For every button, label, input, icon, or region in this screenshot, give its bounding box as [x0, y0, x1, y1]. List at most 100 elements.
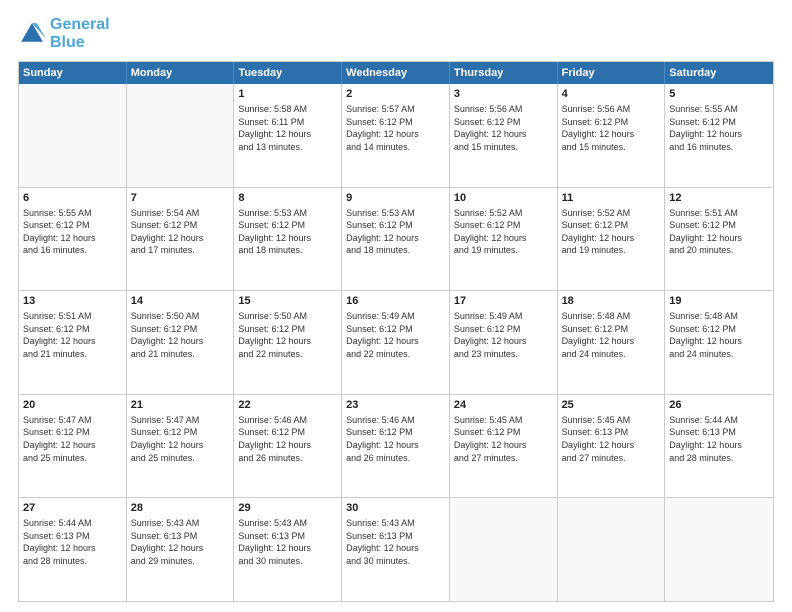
- empty-cell: [19, 84, 127, 187]
- day-cell-13: 13Sunrise: 5:51 AMSunset: 6:12 PMDayligh…: [19, 291, 127, 394]
- day-cell-30: 30Sunrise: 5:43 AMSunset: 6:13 PMDayligh…: [342, 498, 450, 601]
- header-cell-thursday: Thursday: [450, 62, 558, 84]
- day-cell-3: 3Sunrise: 5:56 AMSunset: 6:12 PMDaylight…: [450, 84, 558, 187]
- day-number: 17: [454, 294, 553, 309]
- day-number: 5: [669, 87, 769, 102]
- day-info: Sunrise: 5:55 AMSunset: 6:12 PMDaylight:…: [23, 207, 122, 257]
- day-info: Sunrise: 5:45 AMSunset: 6:12 PMDaylight:…: [454, 414, 553, 464]
- day-cell-9: 9Sunrise: 5:53 AMSunset: 6:12 PMDaylight…: [342, 188, 450, 291]
- header-cell-wednesday: Wednesday: [342, 62, 450, 84]
- calendar-body: 1Sunrise: 5:58 AMSunset: 6:11 PMDaylight…: [19, 84, 773, 601]
- day-number: 10: [454, 191, 553, 206]
- day-info: Sunrise: 5:44 AMSunset: 6:13 PMDaylight:…: [23, 517, 122, 567]
- day-number: 21: [131, 398, 230, 413]
- day-number: 15: [238, 294, 337, 309]
- day-number: 20: [23, 398, 122, 413]
- day-cell-26: 26Sunrise: 5:44 AMSunset: 6:13 PMDayligh…: [665, 395, 773, 498]
- day-number: 25: [562, 398, 661, 413]
- day-info: Sunrise: 5:50 AMSunset: 6:12 PMDaylight:…: [131, 310, 230, 360]
- day-cell-8: 8Sunrise: 5:53 AMSunset: 6:12 PMDaylight…: [234, 188, 342, 291]
- day-cell-23: 23Sunrise: 5:46 AMSunset: 6:12 PMDayligh…: [342, 395, 450, 498]
- day-cell-25: 25Sunrise: 5:45 AMSunset: 6:13 PMDayligh…: [558, 395, 666, 498]
- day-info: Sunrise: 5:49 AMSunset: 6:12 PMDaylight:…: [346, 310, 445, 360]
- calendar-row-0: 1Sunrise: 5:58 AMSunset: 6:11 PMDaylight…: [19, 84, 773, 188]
- day-cell-16: 16Sunrise: 5:49 AMSunset: 6:12 PMDayligh…: [342, 291, 450, 394]
- logo-icon: [18, 20, 46, 48]
- day-number: 16: [346, 294, 445, 309]
- day-info: Sunrise: 5:43 AMSunset: 6:13 PMDaylight:…: [346, 517, 445, 567]
- day-number: 2: [346, 87, 445, 102]
- header-cell-tuesday: Tuesday: [234, 62, 342, 84]
- calendar: SundayMondayTuesdayWednesdayThursdayFrid…: [18, 61, 774, 602]
- day-number: 18: [562, 294, 661, 309]
- day-number: 22: [238, 398, 337, 413]
- day-info: Sunrise: 5:53 AMSunset: 6:12 PMDaylight:…: [346, 207, 445, 257]
- day-cell-27: 27Sunrise: 5:44 AMSunset: 6:13 PMDayligh…: [19, 498, 127, 601]
- day-cell-14: 14Sunrise: 5:50 AMSunset: 6:12 PMDayligh…: [127, 291, 235, 394]
- day-number: 9: [346, 191, 445, 206]
- day-cell-18: 18Sunrise: 5:48 AMSunset: 6:12 PMDayligh…: [558, 291, 666, 394]
- day-info: Sunrise: 5:47 AMSunset: 6:12 PMDaylight:…: [131, 414, 230, 464]
- day-cell-10: 10Sunrise: 5:52 AMSunset: 6:12 PMDayligh…: [450, 188, 558, 291]
- day-info: Sunrise: 5:54 AMSunset: 6:12 PMDaylight:…: [131, 207, 230, 257]
- day-cell-5: 5Sunrise: 5:55 AMSunset: 6:12 PMDaylight…: [665, 84, 773, 187]
- day-cell-22: 22Sunrise: 5:46 AMSunset: 6:12 PMDayligh…: [234, 395, 342, 498]
- day-number: 13: [23, 294, 122, 309]
- day-number: 1: [238, 87, 337, 102]
- day-cell-19: 19Sunrise: 5:48 AMSunset: 6:12 PMDayligh…: [665, 291, 773, 394]
- day-cell-11: 11Sunrise: 5:52 AMSunset: 6:12 PMDayligh…: [558, 188, 666, 291]
- day-cell-6: 6Sunrise: 5:55 AMSunset: 6:12 PMDaylight…: [19, 188, 127, 291]
- day-info: Sunrise: 5:43 AMSunset: 6:13 PMDaylight:…: [131, 517, 230, 567]
- day-number: 26: [669, 398, 769, 413]
- header-cell-friday: Friday: [558, 62, 666, 84]
- day-number: 28: [131, 501, 230, 516]
- day-number: 30: [346, 501, 445, 516]
- empty-cell: [558, 498, 666, 601]
- empty-cell: [450, 498, 558, 601]
- day-cell-1: 1Sunrise: 5:58 AMSunset: 6:11 PMDaylight…: [234, 84, 342, 187]
- day-info: Sunrise: 5:56 AMSunset: 6:12 PMDaylight:…: [454, 103, 553, 153]
- header-cell-monday: Monday: [127, 62, 235, 84]
- day-number: 23: [346, 398, 445, 413]
- day-number: 24: [454, 398, 553, 413]
- day-info: Sunrise: 5:56 AMSunset: 6:12 PMDaylight:…: [562, 103, 661, 153]
- day-number: 12: [669, 191, 769, 206]
- day-info: Sunrise: 5:46 AMSunset: 6:12 PMDaylight:…: [238, 414, 337, 464]
- day-number: 6: [23, 191, 122, 206]
- day-info: Sunrise: 5:48 AMSunset: 6:12 PMDaylight:…: [562, 310, 661, 360]
- day-cell-12: 12Sunrise: 5:51 AMSunset: 6:12 PMDayligh…: [665, 188, 773, 291]
- day-cell-21: 21Sunrise: 5:47 AMSunset: 6:12 PMDayligh…: [127, 395, 235, 498]
- day-info: Sunrise: 5:43 AMSunset: 6:13 PMDaylight:…: [238, 517, 337, 567]
- day-number: 19: [669, 294, 769, 309]
- day-info: Sunrise: 5:52 AMSunset: 6:12 PMDaylight:…: [562, 207, 661, 257]
- page: General Blue SundayMondayTuesdayWednesda…: [0, 0, 792, 612]
- empty-cell: [127, 84, 235, 187]
- day-info: Sunrise: 5:50 AMSunset: 6:12 PMDaylight:…: [238, 310, 337, 360]
- day-info: Sunrise: 5:45 AMSunset: 6:13 PMDaylight:…: [562, 414, 661, 464]
- header-cell-sunday: Sunday: [19, 62, 127, 84]
- day-info: Sunrise: 5:53 AMSunset: 6:12 PMDaylight:…: [238, 207, 337, 257]
- header: General Blue: [18, 16, 774, 51]
- day-cell-7: 7Sunrise: 5:54 AMSunset: 6:12 PMDaylight…: [127, 188, 235, 291]
- day-cell-24: 24Sunrise: 5:45 AMSunset: 6:12 PMDayligh…: [450, 395, 558, 498]
- calendar-header: SundayMondayTuesdayWednesdayThursdayFrid…: [19, 62, 773, 84]
- day-cell-2: 2Sunrise: 5:57 AMSunset: 6:12 PMDaylight…: [342, 84, 450, 187]
- day-cell-28: 28Sunrise: 5:43 AMSunset: 6:13 PMDayligh…: [127, 498, 235, 601]
- day-info: Sunrise: 5:51 AMSunset: 6:12 PMDaylight:…: [669, 207, 769, 257]
- calendar-row-4: 27Sunrise: 5:44 AMSunset: 6:13 PMDayligh…: [19, 498, 773, 601]
- day-number: 27: [23, 501, 122, 516]
- day-number: 8: [238, 191, 337, 206]
- day-number: 14: [131, 294, 230, 309]
- calendar-row-1: 6Sunrise: 5:55 AMSunset: 6:12 PMDaylight…: [19, 188, 773, 292]
- day-cell-17: 17Sunrise: 5:49 AMSunset: 6:12 PMDayligh…: [450, 291, 558, 394]
- day-info: Sunrise: 5:48 AMSunset: 6:12 PMDaylight:…: [669, 310, 769, 360]
- day-info: Sunrise: 5:51 AMSunset: 6:12 PMDaylight:…: [23, 310, 122, 360]
- calendar-row-2: 13Sunrise: 5:51 AMSunset: 6:12 PMDayligh…: [19, 291, 773, 395]
- logo: General Blue: [18, 16, 110, 51]
- day-info: Sunrise: 5:49 AMSunset: 6:12 PMDaylight:…: [454, 310, 553, 360]
- calendar-row-3: 20Sunrise: 5:47 AMSunset: 6:12 PMDayligh…: [19, 395, 773, 499]
- day-info: Sunrise: 5:55 AMSunset: 6:12 PMDaylight:…: [669, 103, 769, 153]
- day-info: Sunrise: 5:47 AMSunset: 6:12 PMDaylight:…: [23, 414, 122, 464]
- day-number: 29: [238, 501, 337, 516]
- day-number: 3: [454, 87, 553, 102]
